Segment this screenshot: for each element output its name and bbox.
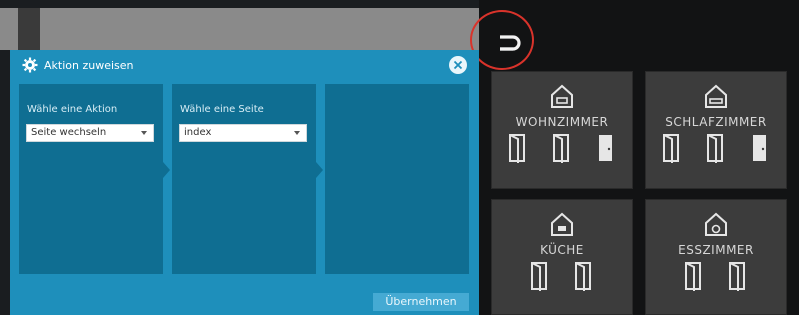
house-bed-icon	[705, 84, 727, 108]
close-icon	[453, 60, 463, 70]
toolbar-tab	[18, 8, 40, 50]
dialog-title: Aktion zuweisen	[44, 58, 134, 72]
door-open-icon	[553, 134, 569, 163]
page-select-value: index	[184, 127, 212, 138]
door-open-icon	[509, 134, 525, 163]
step-arrow	[316, 162, 323, 178]
action-select-value: Seite wechseln	[31, 127, 107, 138]
door-open-icon	[531, 262, 547, 291]
close-button[interactable]	[449, 56, 467, 74]
action-column: Wähle eine Aktion Seite wechseln	[19, 84, 163, 274]
step-arrow	[163, 162, 170, 178]
chevron-down-icon	[294, 131, 300, 135]
empty-column	[325, 84, 469, 274]
action-select[interactable]: Seite wechseln	[26, 124, 154, 142]
room-tile-wohnzimmer[interactable]: WOHNZIMMER	[491, 71, 633, 189]
toolbar-strip	[0, 8, 479, 50]
door-open-icon	[685, 262, 701, 291]
door-open-icon	[707, 134, 723, 163]
house-sofa-icon	[551, 84, 573, 108]
room-tile-schlafzimmer[interactable]: SCHLAFZIMMER	[645, 71, 787, 189]
house-dining-icon	[705, 212, 727, 236]
assign-action-dialog: Aktion zuweisen Wähle eine Aktion Seite …	[10, 50, 479, 315]
room-tile-kueche[interactable]: KÜCHE	[491, 199, 633, 315]
door-closed-icon	[753, 135, 766, 161]
page-column-label: Wähle eine Seite	[180, 104, 264, 115]
room-name: SCHLAFZIMMER	[665, 115, 767, 129]
highlight-circle	[470, 10, 534, 70]
door-open-icon	[663, 134, 679, 163]
door-open-icon	[575, 262, 591, 291]
room-name: ESSZIMMER	[678, 243, 754, 257]
room-name: KÜCHE	[540, 243, 584, 257]
action-column-label: Wähle eine Aktion	[27, 104, 118, 115]
room-tile-esszimmer[interactable]: ESSZIMMER	[645, 199, 787, 315]
dialog-header: Aktion zuweisen	[10, 50, 479, 80]
gear-icon	[22, 57, 38, 73]
chevron-down-icon	[141, 131, 147, 135]
page-select[interactable]: index	[179, 124, 307, 142]
apply-button[interactable]: Übernehmen	[373, 293, 469, 311]
door-closed-icon	[599, 135, 612, 161]
door-open-icon	[729, 262, 745, 291]
wizard-columns: Wähle eine Aktion Seite wechseln Wähle e…	[19, 84, 469, 274]
house-pot-icon	[551, 212, 573, 236]
page-column: Wähle eine Seite index	[172, 84, 316, 274]
room-name: WOHNZIMMER	[515, 115, 609, 129]
